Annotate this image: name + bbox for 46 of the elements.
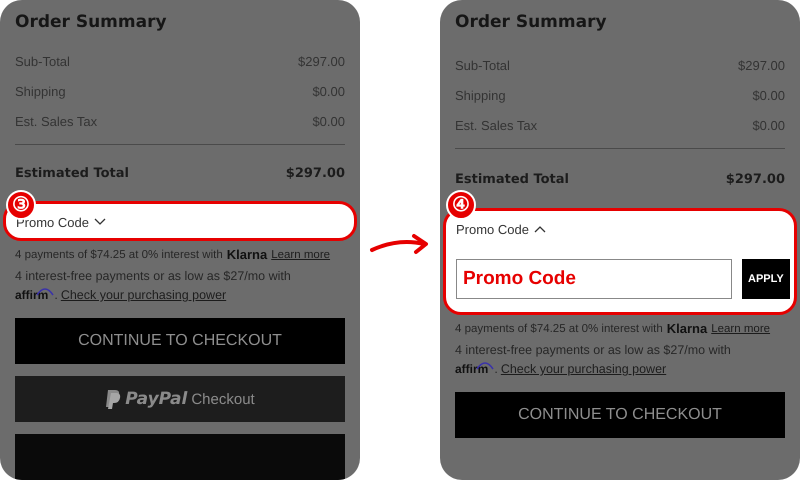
checkout-button[interactable]: CONTINUE TO CHECKOUT — [455, 392, 785, 438]
step-badge: ③ — [6, 190, 36, 220]
klarna-logo: Klarna — [666, 321, 708, 336]
total-label: Estimated Total — [15, 166, 129, 181]
step-badge: ④ — [446, 190, 476, 220]
period-text: . — [494, 362, 498, 376]
affirm-logo: affirm — [455, 360, 494, 376]
total-label: Estimated Total — [455, 172, 569, 186]
line-label: Est. Sales Tax — [455, 118, 538, 132]
learn-more-link[interactable]: Learn more — [271, 248, 330, 260]
chevron-down-icon — [94, 218, 106, 226]
paypal-label: Checkout — [191, 390, 255, 408]
purchasing-power-link[interactable]: Check your purchasing power — [500, 362, 666, 376]
total-value: $297.00 — [286, 166, 345, 181]
affirm-text: 4 interest-free payments or as low as $27/mo with — [15, 269, 292, 283]
line-label: Sub-Total — [455, 58, 510, 72]
paypal-p-icon — [105, 389, 122, 409]
promo-toggle[interactable]: Promo Code — [456, 220, 546, 238]
affirm-text: 4 interest-free payments or as low as $27/mo with — [455, 343, 732, 357]
panel-title: Order Summary — [455, 12, 608, 34]
panel-title: Order Summary — [15, 12, 168, 32]
period-text: . — [54, 288, 58, 302]
paypal-button[interactable]: PayPal Checkout — [15, 376, 345, 422]
line-value: $297.00 — [738, 58, 785, 72]
line-label: Sub-Total — [15, 54, 70, 69]
line-value: $0.00 — [752, 118, 785, 132]
line-value: $297.00 — [298, 54, 345, 69]
chevron-up-icon — [534, 225, 546, 233]
total-value: $297.00 — [726, 172, 785, 186]
line-value: $0.00 — [312, 84, 345, 99]
line-label: Shipping — [455, 88, 506, 102]
paypal-logo: PayPal — [125, 389, 188, 409]
line-label: Est. Sales Tax — [15, 114, 98, 129]
line-value: $0.00 — [752, 88, 785, 102]
line-label: Shipping — [15, 84, 66, 99]
checkout-button[interactable]: CONTINUE TO CHECKOUT — [15, 318, 345, 364]
purchasing-power-link[interactable]: Check your purchasing power — [60, 288, 226, 302]
payment-button[interactable] — [15, 434, 345, 480]
klarna-text: 4 payments of $74.25 at 0% interest with — [455, 322, 663, 334]
learn-more-link[interactable]: Learn more — [711, 322, 770, 334]
promo-code-field[interactable]: Promo Code — [456, 259, 732, 299]
affirm-logo: affirm — [15, 286, 54, 302]
klarna-logo: Klarna — [226, 247, 268, 262]
line-value: $0.00 — [312, 114, 345, 129]
apply-button[interactable]: APPLY — [742, 259, 790, 299]
klarna-text: 4 payments of $74.25 at 0% interest with — [15, 248, 223, 260]
